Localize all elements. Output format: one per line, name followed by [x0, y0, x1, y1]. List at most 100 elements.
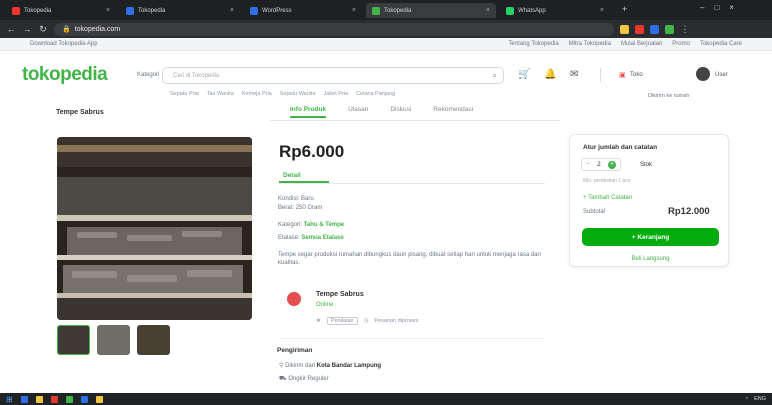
- spec-value: Baru: [301, 196, 314, 202]
- shop-icon: ▣: [619, 72, 626, 79]
- qty-plus-button[interactable]: +: [607, 160, 616, 169]
- quick-link[interactable]: Kemeja Pria: [242, 91, 272, 97]
- wifi-icon[interactable]: ◔: [745, 396, 748, 402]
- extension-icon[interactable]: [635, 24, 644, 34]
- extension-icon[interactable]: [620, 24, 629, 34]
- section-divider: [279, 338, 544, 339]
- shop-link[interactable]: Toko: [630, 72, 643, 78]
- browser-tab-5[interactable]: WhatsApp ×: [500, 3, 610, 18]
- browser-tab-bar: Tokopedia × Tokopedia × WordPress × Toko…: [0, 0, 772, 20]
- tab-detail[interactable]: Detail: [283, 172, 301, 179]
- close-icon[interactable]: ×: [486, 7, 490, 14]
- taskbar-app-icon[interactable]: [35, 395, 43, 403]
- star-icon: ★: [316, 318, 321, 324]
- avatar[interactable]: [696, 67, 710, 81]
- tab-label: Tokopedia: [24, 7, 52, 14]
- tab-ulasan[interactable]: Ulasan: [348, 106, 368, 118]
- new-tab-icon[interactable]: +: [622, 4, 627, 14]
- breadcrumb-shop-name[interactable]: Tempe Sabrus: [56, 109, 104, 116]
- qty-value[interactable]: 2: [597, 161, 601, 168]
- tokopedia-logo[interactable]: tokopedia: [22, 64, 108, 86]
- close-icon[interactable]: ×: [352, 7, 356, 14]
- tab-diskusi[interactable]: Diskusi: [390, 106, 411, 118]
- lock-icon: 🔒: [62, 26, 71, 33]
- tab-label: Tokopedia: [138, 7, 166, 14]
- quick-link[interactable]: Sepatu Wanita: [280, 91, 316, 97]
- close-icon[interactable]: ×: [600, 7, 604, 14]
- close-icon[interactable]: ×: [230, 7, 234, 14]
- window-controls[interactable]: –□×: [700, 3, 744, 12]
- back-icon[interactable]: ←: [6, 24, 16, 34]
- url-field[interactable]: 🔒 tokopedia.com: [54, 22, 614, 36]
- topstrip-link[interactable]: Tentang Tokopedia: [508, 41, 558, 47]
- add-to-cart-button[interactable]: + Keranjang: [582, 228, 719, 246]
- close-icon[interactable]: ×: [106, 7, 110, 14]
- delivery-location[interactable]: Dikirim ke rumah: [648, 93, 689, 99]
- browser-tab-2[interactable]: Tokopedia ×: [120, 3, 240, 18]
- quick-link[interactable]: Celana Panjang: [356, 91, 395, 97]
- spec-label: Berat:: [278, 205, 295, 211]
- reload-icon[interactable]: ↻: [38, 24, 48, 35]
- product-description: Tempe segar produksi rumahan dibungkus d…: [278, 252, 541, 266]
- topstrip-link[interactable]: Promo: [672, 41, 690, 47]
- spec-label: Etalase:: [278, 235, 300, 241]
- spec-label: Kategori:: [278, 222, 303, 228]
- topstrip-link[interactable]: Mitra Tokopedia: [569, 41, 611, 47]
- spec-link[interactable]: Tahu & Tempe: [304, 222, 344, 228]
- browser-tab-3[interactable]: WordPress ×: [244, 3, 362, 18]
- browser-tab-4-active[interactable]: Tokopedia ×: [366, 3, 496, 18]
- tray-language[interactable]: ENG: [754, 396, 766, 402]
- search-icon[interactable]: ⌕: [493, 71, 497, 81]
- quick-link[interactable]: Tas Wanita: [207, 91, 234, 97]
- subtotal-value: Rp12.000: [668, 206, 710, 217]
- notification-icon[interactable]: 🔔: [544, 69, 556, 80]
- tab-label: WhatsApp: [518, 7, 546, 14]
- quick-link[interactable]: Sepatu Pria: [170, 91, 199, 97]
- buy-card-title: Atur jumlah dan catatan: [583, 144, 658, 151]
- browser-menu-icon[interactable]: ⋮: [680, 24, 690, 35]
- windows-start-icon[interactable]: ⊞: [6, 395, 13, 404]
- product-thumbnail[interactable]: [97, 325, 130, 355]
- quantity-stepper[interactable]: − 2 +: [581, 158, 621, 171]
- search-placeholder: Cari di Tokopedia: [173, 72, 220, 79]
- product-thumbnail[interactable]: [57, 325, 90, 355]
- shipping-service-label[interactable]: Ongkir Reguler: [288, 376, 328, 382]
- seller-name[interactable]: Tempe Sabrus: [316, 291, 364, 298]
- kategori-link[interactable]: Kategori: [137, 72, 159, 78]
- extension-icon[interactable]: [650, 24, 659, 34]
- topstrip-link[interactable]: Tokopedia Care: [700, 41, 742, 47]
- download-app-link[interactable]: Download Tokopedia App: [30, 41, 98, 47]
- message-icon[interactable]: ✉: [570, 69, 578, 80]
- taskbar-app-icon[interactable]: [65, 395, 73, 403]
- tab-favicon: [372, 6, 380, 15]
- add-note-link[interactable]: + Tambah Catatan: [583, 195, 632, 201]
- search-input[interactable]: Cari di Tokopedia ⌕: [162, 67, 504, 84]
- taskbar-app-icon[interactable]: [20, 395, 28, 403]
- shipping-from-value: Kota Bandar Lampung: [316, 363, 382, 369]
- product-thumbnail[interactable]: [137, 325, 170, 355]
- taskbar-app-icon[interactable]: [80, 395, 88, 403]
- taskbar-app-icon[interactable]: [95, 395, 103, 403]
- product-main-image[interactable]: [57, 137, 252, 320]
- user-name[interactable]: User: [715, 72, 728, 78]
- shipping-service: ⛟ Ongkir Reguler: [279, 375, 329, 383]
- tab-rekomendasi[interactable]: Rekomendasi: [433, 106, 473, 118]
- spec-link[interactable]: Semua Etalase: [301, 235, 343, 241]
- tab-label: Tokopedia: [384, 7, 412, 14]
- quick-link[interactable]: Jaket Pria: [324, 91, 348, 97]
- url-text: tokopedia.com: [74, 25, 121, 33]
- extension-icon[interactable]: [665, 24, 674, 34]
- tab-favicon: [126, 6, 134, 15]
- topstrip-link[interactable]: Mulai Berjualan: [621, 41, 662, 47]
- system-tray: ◔ ENG: [745, 396, 766, 402]
- seller-avatar[interactable]: [287, 292, 301, 306]
- browser-tab-1[interactable]: Tokopedia ×: [6, 3, 116, 18]
- buy-now-button[interactable]: Beli Langsung: [582, 252, 719, 266]
- qty-minus-button[interactable]: −: [586, 161, 590, 168]
- tab-info-produk[interactable]: Info Produk: [290, 106, 327, 118]
- shipping-title: Pengiriman: [277, 347, 313, 354]
- product-price: Rp6.000: [279, 142, 345, 161]
- cart-icon[interactable]: 🛒: [518, 69, 530, 80]
- taskbar-app-icon[interactable]: [50, 395, 58, 403]
- forward-icon[interactable]: →: [22, 24, 32, 34]
